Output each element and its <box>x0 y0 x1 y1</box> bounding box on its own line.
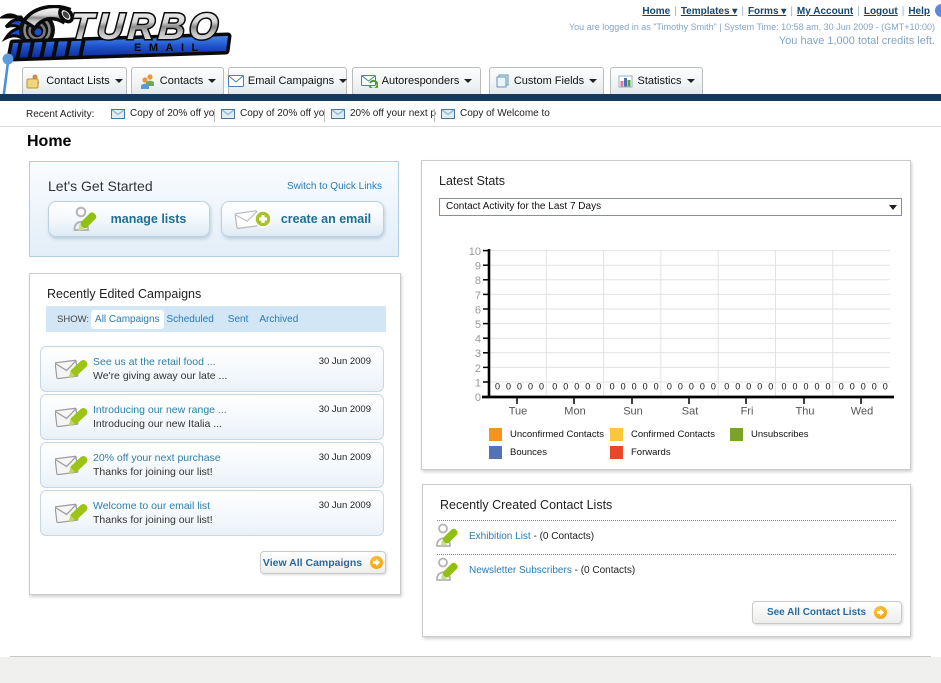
svg-text:0: 0 <box>528 382 533 392</box>
svg-text:8: 8 <box>475 275 481 287</box>
svg-text:3: 3 <box>475 348 481 360</box>
svg-text:TURBO: TURBO <box>69 5 223 47</box>
svg-text:Tue: Tue <box>509 406 528 418</box>
svg-text:0: 0 <box>506 382 511 392</box>
svg-text:Mon: Mon <box>564 406 585 418</box>
svg-text:0: 0 <box>517 382 522 392</box>
svg-text:EMAIL: EMAIL <box>134 42 206 54</box>
svg-text:7: 7 <box>475 290 481 302</box>
svg-text:Thu: Thu <box>796 406 815 418</box>
svg-text:Wed: Wed <box>851 406 873 418</box>
svg-text:10: 10 <box>469 246 481 258</box>
svg-text:9: 9 <box>475 261 481 273</box>
svg-text:2: 2 <box>475 363 481 375</box>
svg-text:4: 4 <box>475 334 481 346</box>
svg-text:0: 0 <box>475 392 481 404</box>
svg-text:Sun: Sun <box>623 406 643 418</box>
svg-text:Sat: Sat <box>682 406 699 418</box>
svg-text:Fri: Fri <box>741 406 754 418</box>
svg-text:6: 6 <box>475 304 481 316</box>
svg-text:5: 5 <box>475 319 481 331</box>
svg-text:0: 0 <box>495 382 500 392</box>
svg-text:1: 1 <box>475 377 481 389</box>
svg-text:0: 0 <box>539 382 544 392</box>
